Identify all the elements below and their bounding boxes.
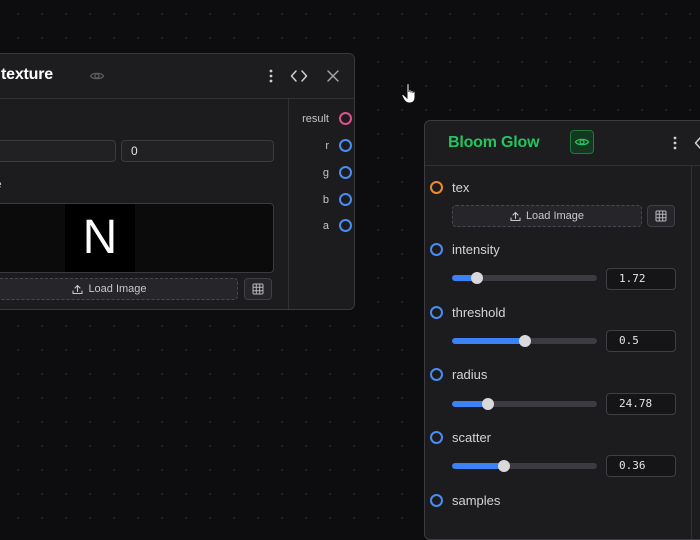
output-port-a[interactable] (339, 219, 352, 232)
param-label: radius (452, 367, 488, 382)
texture-node-body: 0 e N Load Image (0, 99, 274, 309)
load-image-label: Load Image (88, 283, 147, 295)
eye-toggle-icon[interactable] (570, 130, 594, 154)
input-port-scatter[interactable] (430, 431, 443, 444)
input-port-samples[interactable] (430, 494, 443, 507)
slider-thumb[interactable] (518, 335, 531, 347)
texture-node-header[interactable]: texture (0, 54, 354, 99)
grid-icon (252, 283, 264, 295)
preview-letter: N (82, 211, 118, 264)
slider-thumb[interactable] (498, 460, 511, 472)
input-label-samples: samples (452, 493, 501, 508)
bloom-grid-button[interactable] (647, 205, 675, 227)
intensity-value[interactable]: 1.72 (606, 268, 676, 290)
output-label-g: g (322, 167, 329, 179)
threshold-value[interactable]: 0.5 (606, 330, 676, 352)
code-icon[interactable] (290, 68, 308, 84)
output-port-result[interactable] (339, 112, 352, 125)
slider-thumb[interactable] (482, 398, 495, 410)
param-label: intensity (452, 242, 500, 257)
texture-node[interactable]: texture 0 e N Load Image (0, 53, 355, 310)
slider-fill (452, 463, 505, 469)
input-port-tex[interactable] (430, 181, 443, 194)
scatter-slider[interactable] (452, 460, 597, 472)
intensity-slider[interactable] (452, 272, 597, 284)
slider-track (452, 401, 597, 407)
input-port-threshold[interactable] (430, 306, 443, 319)
bloom-node-header[interactable]: Bloom Glow (425, 121, 700, 166)
bloom-glow-node[interactable]: Bloom Glow tex Load Image intensity 1.72… (424, 120, 700, 540)
input-port-intensity[interactable] (430, 243, 443, 256)
slider-track (452, 463, 597, 469)
bloom-node-title: Bloom Glow (448, 134, 540, 151)
node-title: texture (1, 66, 53, 83)
output-label-r: r (325, 140, 329, 152)
radius-slider[interactable] (452, 398, 597, 410)
more-vertical-icon[interactable] (265, 68, 277, 84)
output-label-b: b (322, 194, 329, 206)
output-port-g[interactable] (339, 166, 352, 179)
threshold-slider[interactable] (452, 335, 597, 347)
param-label: scatter (452, 430, 492, 445)
bloom-node-divider (691, 166, 692, 539)
outputs-panel: result r g b a (288, 99, 354, 309)
label-fragment: e (0, 177, 2, 191)
bloom-load-image-label: Load Image (525, 210, 585, 222)
field-left[interactable] (0, 140, 116, 162)
input-port-radius[interactable] (430, 368, 443, 381)
close-icon[interactable] (326, 69, 340, 83)
scatter-value[interactable]: 0.36 (606, 455, 676, 477)
hand-cursor-icon (401, 82, 421, 106)
more-vertical-icon[interactable] (669, 135, 681, 151)
code-icon[interactable] (694, 135, 700, 151)
upload-icon (510, 211, 521, 222)
radius-value[interactable]: 24.78 (606, 393, 676, 415)
output-port-b[interactable] (339, 193, 352, 206)
preview-image: N (65, 204, 135, 272)
slider-fill (452, 338, 525, 344)
slider-thumb[interactable] (470, 272, 483, 284)
field-input[interactable]: 0 (121, 140, 274, 162)
eye-icon[interactable] (89, 68, 105, 84)
load-image-button[interactable]: Load Image (0, 278, 238, 300)
bloom-load-image-button[interactable]: Load Image (452, 205, 642, 227)
texture-preview[interactable]: N (0, 203, 274, 273)
grid-icon (655, 210, 667, 222)
output-label-result: result (302, 113, 329, 125)
grid-button[interactable] (244, 278, 272, 300)
upload-icon (72, 284, 83, 295)
param-label: threshold (452, 305, 506, 320)
output-port-r[interactable] (339, 139, 352, 152)
input-label-tex: tex (452, 180, 470, 195)
output-label-a: a (322, 220, 329, 232)
